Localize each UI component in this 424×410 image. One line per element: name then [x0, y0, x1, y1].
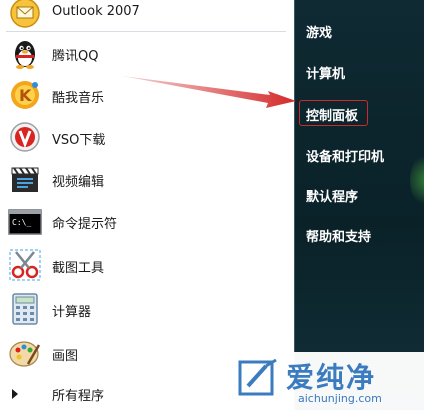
watermark-logo-icon: [238, 358, 277, 396]
paint-icon: [9, 341, 41, 367]
program-label: 命令提示符: [52, 217, 118, 232]
system-links-panel: [294, 0, 424, 410]
program-label: 计算器: [52, 305, 92, 320]
right-item-games[interactable]: 游戏: [306, 22, 332, 41]
calculator-icon: [12, 293, 38, 325]
program-item-cmd[interactable]: C:\_ 命令提示符: [0, 200, 294, 242]
program-item-video-edit[interactable]: 视频编辑: [0, 158, 294, 200]
command-prompt-icon: C:\_: [8, 209, 42, 235]
program-label: VSO下载: [52, 133, 106, 148]
program-item-qq[interactable]: 腾讯QQ: [0, 32, 294, 74]
vso-download-icon: [10, 122, 40, 152]
kuwo-music-icon: K: [11, 81, 39, 109]
program-label: 视频编辑: [52, 175, 105, 190]
program-label: 画图: [52, 349, 79, 364]
program-item-calculator[interactable]: 计算器: [0, 288, 294, 330]
program-label: 酷我音乐: [52, 91, 105, 106]
program-item-snipping[interactable]: 截图工具: [0, 244, 294, 286]
right-item-computer[interactable]: 计算机: [306, 63, 345, 82]
control-panel-highlight: [299, 100, 368, 126]
program-item-kuwo[interactable]: K 酷我音乐: [0, 74, 294, 116]
right-item-help-support[interactable]: 帮助和支持: [306, 226, 371, 245]
program-label: 腾讯QQ: [52, 49, 99, 64]
video-edit-icon: [11, 167, 39, 192]
right-item-devices-printers[interactable]: 设备和打印机: [306, 146, 384, 165]
right-item-default-programs[interactable]: 默认程序: [306, 186, 358, 205]
snipping-tool-icon: [9, 249, 41, 281]
start-menu-screenshot: Outlook 2007 腾讯QQ K 酷我音乐 VSO下载 视频编辑 C:\_…: [0, 0, 424, 410]
watermark: 爱纯净 aichunjing.com: [232, 352, 424, 410]
triangle-right-icon: [12, 389, 18, 399]
program-item-vso[interactable]: VSO下载: [0, 116, 294, 158]
svg-text:C:\_: C:\_: [12, 218, 31, 227]
qq-penguin-icon: [15, 41, 35, 69]
watermark-url: aichunjing.com: [298, 392, 382, 405]
program-item-outlook[interactable]: Outlook 2007: [0, 0, 294, 34]
outlook-icon: [10, 0, 40, 28]
watermark-name: 爱纯净: [286, 361, 377, 394]
programs-panel: Outlook 2007 腾讯QQ K 酷我音乐 VSO下载 视频编辑 C:\_…: [0, 0, 294, 410]
all-programs-label: 所有程序: [52, 389, 105, 404]
svg-text:K: K: [19, 86, 32, 105]
program-label: Outlook 2007: [52, 4, 140, 19]
program-label: 截图工具: [52, 261, 105, 276]
